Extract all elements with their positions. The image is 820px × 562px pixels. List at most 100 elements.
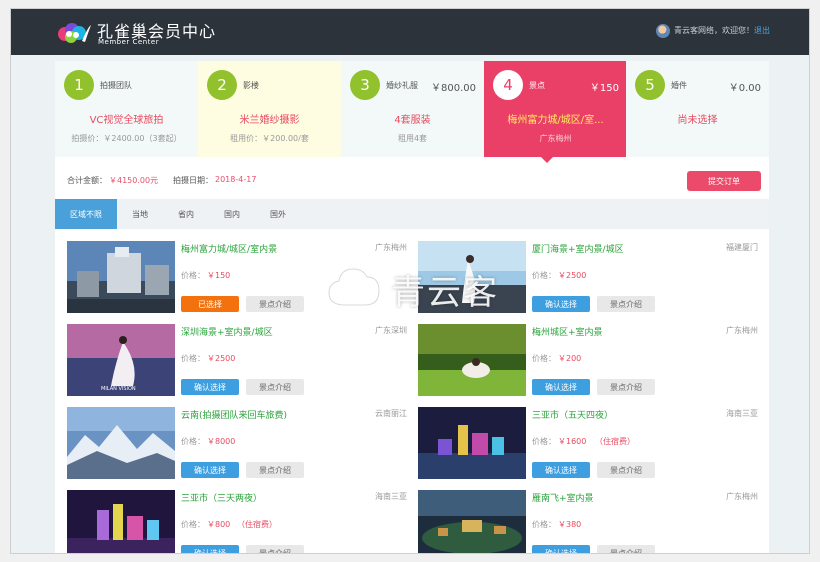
spot-name[interactable]: 深圳海景+室内景/城区 <box>181 325 371 338</box>
region-tabs: 区域不限 当地 省内 国内 国外 <box>55 199 769 229</box>
spot-thumbnail[interactable] <box>67 241 175 313</box>
step-number-badge: 4 <box>493 70 523 100</box>
spot-card: 梅州城区+室内景 广东梅州 价格： ￥200 确认选择 景点介绍 <box>418 324 758 404</box>
confirm-select-button[interactable]: 确认选择 <box>532 379 590 395</box>
step-number-badge: 3 <box>350 70 380 100</box>
confirm-select-button[interactable]: 确认选择 <box>181 462 239 478</box>
total-value: ￥4150.00元 <box>109 176 159 185</box>
spot-intro-button[interactable]: 景点介绍 <box>597 462 655 478</box>
step-title: 婚件 <box>671 81 687 90</box>
date-label: 拍摄日期： <box>173 176 213 185</box>
tab-3[interactable]: 国内 <box>209 199 255 229</box>
price-label: 价格： <box>532 437 556 446</box>
price-label: 价格： <box>181 354 205 363</box>
app-frame: 孔雀巢会员中心 Member Center 青云客网络，欢迎您！ 退出 1 拍摄团… <box>10 8 810 554</box>
step-1[interactable]: 1 拍摄团队 VC视觉全球旅拍拍摄价：￥2400.00（3套起） <box>55 61 198 157</box>
price-label: 价格： <box>181 271 205 280</box>
spot-price-note: （住宿费） <box>237 520 277 529</box>
spot-thumbnail[interactable] <box>67 490 175 554</box>
order-steps: 1 拍摄团队 VC视觉全球旅拍 拍摄价：￥2400.00（3套起） 2 影楼 米兰婚纱摄影租… <box>55 61 769 157</box>
step-title: 景点 <box>529 81 545 90</box>
confirm-select-button[interactable]: 确认选择 <box>181 545 239 553</box>
step-selection: VC视觉全球旅拍 <box>89 115 164 126</box>
step-number-badge: 5 <box>635 70 665 100</box>
step-title: 婚纱礼服 <box>386 81 418 90</box>
spot-name[interactable]: 云南(拍摄团队来回车旅费) <box>181 408 371 421</box>
spot-location: 广东梅州 <box>726 326 758 335</box>
step-title: 影楼 <box>243 81 259 90</box>
step-price: ￥800.00 <box>431 83 476 94</box>
tab-2[interactable]: 省内 <box>163 199 209 229</box>
spot-location: 广东深圳 <box>375 326 407 335</box>
price-label: 价格： <box>532 354 556 363</box>
spot-card: 云南(拍摄团队来回车旅费) 云南丽江 价格： ￥8000 确认选择 景点介绍 <box>67 407 407 487</box>
spot-location: 海南三亚 <box>375 492 407 501</box>
step-number-badge: 1 <box>64 70 94 100</box>
step-selection: 尚未选择 <box>677 115 718 126</box>
spot-thumbnail[interactable] <box>418 407 526 479</box>
spot-location: 广东梅州 <box>726 492 758 501</box>
brand-subtitle: Member Center <box>98 38 160 46</box>
welcome-text: 青云客网络，欢迎您！ <box>674 26 754 35</box>
spot-name[interactable]: 雁南飞+室内景 <box>532 491 722 504</box>
confirm-select-button[interactable]: 确认选择 <box>532 545 590 553</box>
spot-intro-button[interactable]: 景点介绍 <box>246 462 304 478</box>
date-value: 2018-4-17 <box>215 175 257 184</box>
spot-price: ￥2500 <box>207 354 236 363</box>
spot-price: ￥1600 <box>558 437 587 446</box>
step-detail: 广东梅州 <box>539 134 572 143</box>
step-3[interactable]: 3 婚纱礼服 ￥800.00 4套服装 租用4套 <box>341 61 484 157</box>
spot-intro-button[interactable]: 景点介绍 <box>246 296 304 312</box>
price-label: 价格： <box>181 520 205 529</box>
confirm-select-button[interactable]: 确认选择 <box>532 296 590 312</box>
thumb-photo-text: MILAN VISION <box>101 386 136 392</box>
submit-order-button[interactable]: 提交订单 <box>687 171 761 191</box>
step-detail: 租用4套 <box>397 134 428 143</box>
spot-thumbnail[interactable] <box>418 490 526 554</box>
spot-intro-button[interactable]: 景点介绍 <box>597 296 655 312</box>
step-selection: 米兰婚纱摄影 <box>239 115 300 126</box>
spot-location: 广东梅州 <box>375 243 407 252</box>
tab-1[interactable]: 当地 <box>117 199 163 229</box>
spot-intro-button[interactable]: 景点介绍 <box>597 545 655 553</box>
step-title: 拍摄团队 <box>100 81 132 90</box>
spot-thumbnail[interactable] <box>67 407 175 479</box>
step-detail: 租用价：￥200.00/套 <box>230 134 309 143</box>
spot-price-note: （住宿费） <box>595 437 635 446</box>
spot-thumbnail[interactable] <box>418 324 526 396</box>
spot-location: 海南三亚 <box>726 409 758 418</box>
selected-button[interactable]: 已选择 <box>181 296 239 312</box>
tab-4[interactable]: 国外 <box>255 199 301 229</box>
spot-price: ￥380 <box>558 520 582 529</box>
total-label: 合计金额： <box>67 176 107 185</box>
peacock-logo-icon <box>58 23 91 43</box>
confirm-select-button[interactable]: 确认选择 <box>532 462 590 478</box>
spot-name[interactable]: 厦门海景+室内景/城区 <box>532 242 722 255</box>
top-bar: 孔雀巢会员中心 Member Center 青云客网络，欢迎您！ 退出 <box>11 9 809 55</box>
spot-price: ￥150 <box>207 271 231 280</box>
step-2[interactable]: 2 影楼 米兰婚纱摄影 租用价：￥200.00/套 <box>198 61 341 157</box>
watermark-text: 青云客 <box>391 273 499 313</box>
spot-card: 三亚市（五天四夜） 海南三亚价格： ￥1600 （住宿费） 确认选择 景点介绍 <box>418 407 758 487</box>
spot-intro-button[interactable]: 景点介绍 <box>246 545 304 553</box>
user-avatar[interactable] <box>656 24 670 38</box>
spot-location: 云南丽江 <box>375 409 407 418</box>
spot-name[interactable]: 梅州富力城/城区/室内景 <box>181 242 371 255</box>
spot-name[interactable]: 三亚市（三天两夜） <box>181 491 371 504</box>
price-label: 价格： <box>532 271 556 280</box>
spot-name[interactable]: 三亚市（五天四夜） <box>532 408 722 421</box>
spot-intro-button[interactable]: 景点介绍 <box>246 379 304 395</box>
step-selection: 梅州富力城/城区/室... <box>507 115 604 126</box>
logout-link[interactable]: 退出 <box>754 25 770 36</box>
step-detail: 拍摄价：￥2400.00（3套起） <box>71 134 182 143</box>
price-label: 价格： <box>532 520 556 529</box>
spot-thumbnail[interactable]: MILAN VISION <box>67 324 175 396</box>
spot-name[interactable]: 梅州城区+室内景 <box>532 325 722 338</box>
step-4[interactable]: 4 景点 ￥150 梅州富力城/城区/室... 广东梅州 <box>484 61 627 157</box>
spot-price: ￥8000 <box>207 437 236 446</box>
step-5[interactable]: 5 婚件 ￥0.00 尚未选择 <box>626 61 769 157</box>
confirm-select-button[interactable]: 确认选择 <box>181 379 239 395</box>
step-price: ￥150 <box>589 83 619 94</box>
spot-intro-button[interactable]: 景点介绍 <box>597 379 655 395</box>
tab-0[interactable]: 区域不限 <box>55 199 117 229</box>
